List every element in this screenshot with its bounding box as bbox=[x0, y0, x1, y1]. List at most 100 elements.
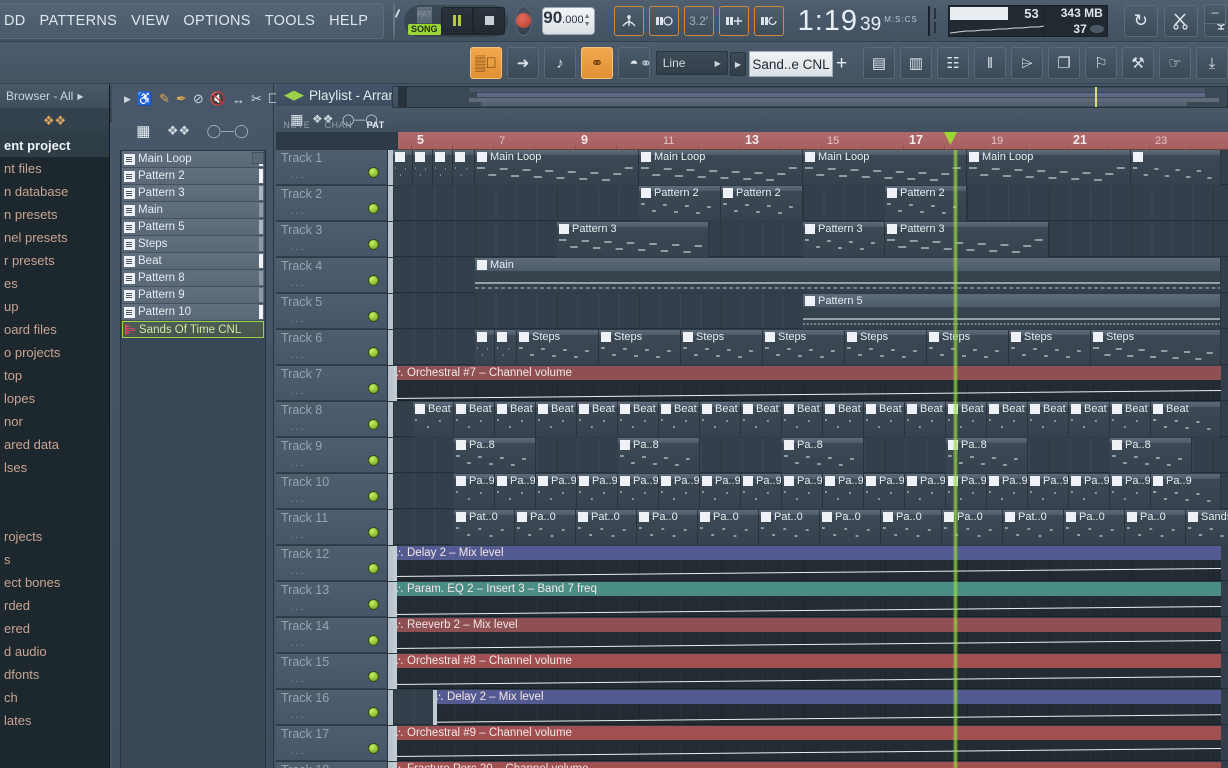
track-enable-led[interactable] bbox=[368, 311, 379, 322]
tempo-spinner-icon[interactable]: ▲ ▼ bbox=[584, 13, 591, 29]
pattern-clip[interactable]: Beat bbox=[864, 402, 905, 437]
browser-item[interactable]: ch bbox=[0, 686, 109, 709]
browser-item[interactable]: r presets bbox=[0, 249, 109, 272]
track-header[interactable]: Track 9... bbox=[276, 438, 388, 473]
overdub-button[interactable] bbox=[718, 5, 749, 36]
pattern-clip[interactable]: Pa..0 bbox=[1064, 510, 1125, 545]
pattern-list-item[interactable]: Pattern 2 bbox=[122, 168, 264, 185]
browser-item[interactable]: o projects bbox=[0, 341, 109, 364]
export-button[interactable]: ⤓ bbox=[1196, 47, 1228, 79]
pattern-clip[interactable]: Pattern 2 bbox=[721, 186, 803, 221]
snap-selector[interactable]: Line ▶ bbox=[655, 51, 728, 75]
wait-for-input-button[interactable] bbox=[648, 5, 679, 36]
pattern-clip[interactable]: Beat bbox=[700, 402, 741, 437]
track-lane[interactable]: Main bbox=[393, 258, 1228, 293]
pattern-clip[interactable]: Pa..9 bbox=[659, 474, 700, 509]
track-header[interactable]: Track 8... bbox=[276, 402, 388, 437]
track-lane[interactable]: ∴ Reeverb 2 – Mix level bbox=[393, 618, 1228, 653]
piano-roll-icon[interactable]: ▦ bbox=[136, 122, 150, 140]
wave-icon[interactable]: ❖❖ bbox=[43, 113, 66, 129]
pattern-clip[interactable]: Sands Of T bbox=[1186, 510, 1228, 545]
pattern-list-item[interactable]: Pattern 5 bbox=[122, 219, 264, 236]
minimize-button[interactable]: – bbox=[1204, 4, 1226, 24]
plugin-picker-button[interactable]: ⚐ bbox=[1085, 47, 1117, 79]
pattern-list-item[interactable]: Main bbox=[122, 202, 264, 219]
track-enable-led[interactable] bbox=[368, 419, 379, 430]
pencil-icon[interactable]: ✎ bbox=[159, 91, 170, 107]
mute-icon[interactable]: 🔇 bbox=[210, 91, 226, 107]
clip-start-handle[interactable] bbox=[393, 366, 397, 401]
loop-record-button[interactable] bbox=[753, 5, 784, 36]
browser-item[interactable]: es bbox=[0, 272, 109, 295]
track-header[interactable]: Track 17... bbox=[276, 726, 388, 761]
pattern-clip[interactable]: Steps bbox=[845, 330, 927, 365]
browser-item[interactable]: lses bbox=[0, 456, 109, 479]
pattern-clip[interactable]: Pattern 2 bbox=[639, 186, 721, 221]
automation-clip[interactable]: ∴ Delay 2 – Mix level bbox=[433, 690, 1221, 725]
scissors-icon[interactable] bbox=[1163, 4, 1198, 37]
track-lane[interactable]: Pa..9 Pa..9 Pa..9 Pa..9 Pa..9 Pa..9 Pa..9 Pa..9… bbox=[393, 474, 1228, 509]
track-enable-led[interactable] bbox=[368, 491, 379, 502]
pattern-clip[interactable]: Steps bbox=[681, 330, 763, 365]
pattern-clip[interactable]: Beat bbox=[413, 402, 454, 437]
pattern-clip[interactable]: Pa..0 bbox=[1125, 510, 1186, 545]
menu-bar[interactable]: DD PATTERNS VIEW OPTIONS TOOLS HELP bbox=[0, 2, 385, 39]
clip-start-handle[interactable] bbox=[393, 582, 397, 617]
wave-icon[interactable]: ❖❖ bbox=[167, 123, 190, 139]
track-header[interactable]: Track 5... bbox=[276, 294, 388, 329]
browser-item[interactable]: oard files bbox=[0, 318, 109, 341]
pattern-clip[interactable]: Main Loop bbox=[803, 150, 967, 185]
new-file-button[interactable]: ❐ bbox=[1048, 47, 1080, 79]
browser-item[interactable]: lopes bbox=[0, 387, 109, 410]
touch-button[interactable]: ☞ bbox=[1159, 47, 1191, 79]
browser-item[interactable]: rded bbox=[0, 594, 109, 617]
track-header[interactable]: Track 15... bbox=[276, 654, 388, 689]
track-enable-led[interactable] bbox=[368, 635, 379, 646]
pattern-clip[interactable]: Pa..0 bbox=[942, 510, 1003, 545]
slip-tool-button[interactable]: ♪ bbox=[544, 47, 576, 79]
clip-start-handle[interactable] bbox=[393, 618, 397, 653]
pattern-selector[interactable]: Sand..e CNL bbox=[749, 51, 833, 77]
playlist-window-button[interactable]: ▤ bbox=[863, 47, 895, 79]
browser-item[interactable]: d audio bbox=[0, 640, 109, 663]
pattern-clip[interactable]: Pa..9 bbox=[864, 474, 905, 509]
pattern-clip[interactable]: Beat bbox=[823, 402, 864, 437]
browser-header[interactable]: Browser - All ▶ bbox=[0, 84, 109, 108]
browser-item[interactable]: n presets bbox=[0, 203, 109, 226]
pattern-clip[interactable]: Beat bbox=[618, 402, 659, 437]
automation-clip[interactable]: ∴ Orchestral #9 – Channel volume bbox=[393, 726, 1221, 761]
track-lane[interactable]: Pa..8 Pa..8 Pa..8 Pa..8 Pa..8 bbox=[393, 438, 1228, 473]
pattern-clip[interactable]: Pa..0 bbox=[820, 510, 881, 545]
browser-item[interactable]: lates bbox=[0, 709, 109, 732]
pattern-clip[interactable]: Beat bbox=[1110, 402, 1151, 437]
browser-item[interactable]: rojects bbox=[0, 525, 109, 548]
track-enable-led[interactable] bbox=[368, 563, 379, 574]
pianoroll-button[interactable]: ▒⃝ bbox=[470, 47, 502, 79]
track-header[interactable]: Track 13... bbox=[276, 582, 388, 617]
pattern-clip[interactable]: Beat bbox=[659, 402, 700, 437]
pattern-list-scroll-handle[interactable] bbox=[252, 152, 264, 164]
add-pattern-button[interactable]: + bbox=[836, 53, 847, 75]
pattern-clip[interactable]: Pa..9 bbox=[823, 474, 864, 509]
pattern-clip[interactable]: Pat..0 bbox=[576, 510, 637, 545]
browser-item[interactable]: up bbox=[0, 295, 109, 318]
timeline-ruler[interactable]: 5791113151719212325272931333537394143 bbox=[398, 132, 1228, 150]
pattern-clip[interactable]: Steps bbox=[1091, 330, 1221, 365]
pattern-list-item[interactable]: Pattern 8 bbox=[122, 270, 264, 287]
browser-item[interactable]: ered bbox=[0, 617, 109, 640]
playhead-marker[interactable] bbox=[944, 132, 957, 145]
automation-icon[interactable]: ◯—◯ bbox=[207, 123, 249, 139]
track-lane[interactable]: ∴ Delay 2 – Mix level bbox=[393, 690, 1228, 725]
track-enable-led[interactable] bbox=[368, 599, 379, 610]
pattern-clip[interactable]: Main Loop bbox=[967, 150, 1131, 185]
countdown-button[interactable]: 3.2′ bbox=[683, 5, 714, 36]
track-lane[interactable]: ∴ Orchestral #9 – Channel volume bbox=[393, 726, 1228, 761]
track-lane[interactable]: ∴ Orchestral #8 – Channel volume bbox=[393, 654, 1228, 689]
pattern-clip[interactable]: Beat bbox=[1151, 402, 1221, 437]
track-enable-led[interactable] bbox=[368, 239, 379, 250]
pattern-clip[interactable]: Pa..0 bbox=[637, 510, 698, 545]
track-lane[interactable]: ∴ Param. EQ 2 – Insert 3 – Band 7 freq bbox=[393, 582, 1228, 617]
pattern-clip[interactable]: Beat bbox=[905, 402, 946, 437]
track-header[interactable]: Track 10... bbox=[276, 474, 388, 509]
pattern-clip[interactable]: Pa..9 bbox=[987, 474, 1028, 509]
